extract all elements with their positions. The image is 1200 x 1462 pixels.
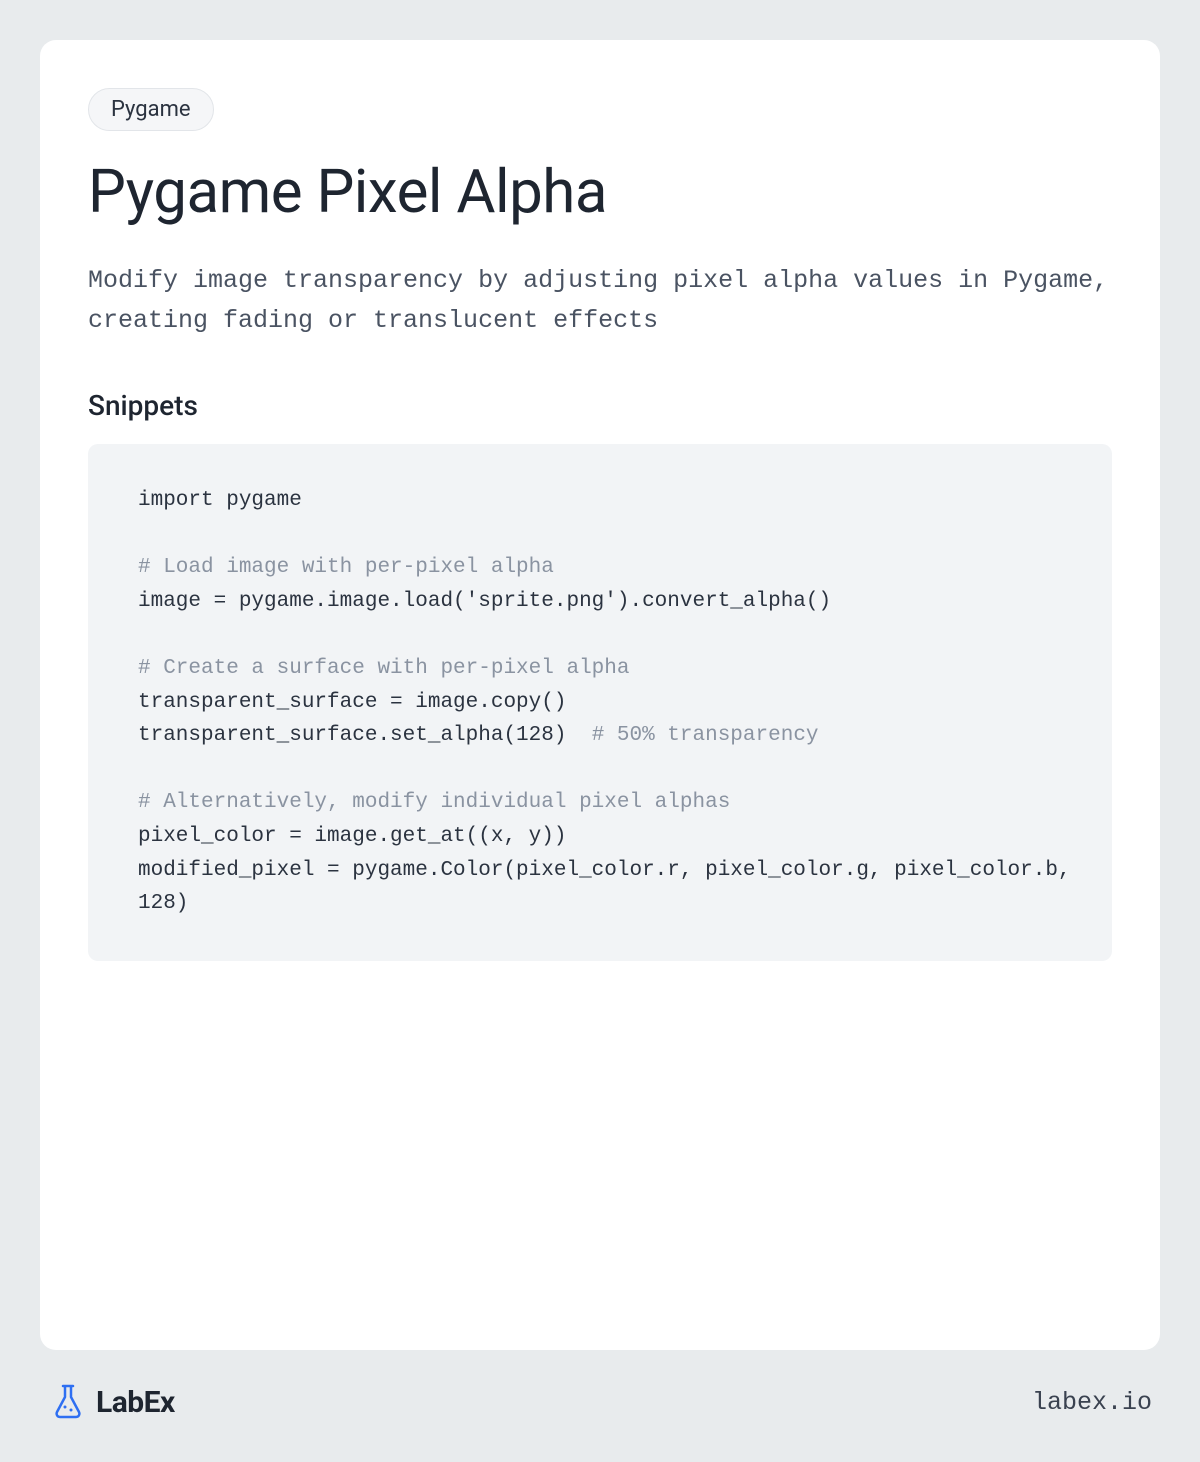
code-line: import pygame <box>138 489 302 512</box>
code-line: pixel_color = image.get_at((x, y)) <box>138 825 566 848</box>
brand-logo: LabEx <box>48 1382 175 1422</box>
code-comment: # Load image with per-pixel alpha <box>138 556 554 579</box>
brand-name: LabEx <box>96 1385 175 1420</box>
page-footer: LabEx labex.io <box>40 1350 1160 1422</box>
code-line: transparent_surface = image.copy() <box>138 691 566 714</box>
page-description: Modify image transparency by adjusting p… <box>88 261 1112 341</box>
code-line: modified_pixel = pygame.Color(pixel_colo… <box>138 859 1083 916</box>
code-line: transparent_surface.set_alpha(128) <box>138 724 592 747</box>
code-comment: # Create a surface with per-pixel alpha <box>138 657 629 680</box>
content-card: Pygame Pygame Pixel Alpha Modify image t… <box>40 40 1160 1350</box>
code-line: image = pygame.image.load('sprite.png').… <box>138 590 831 613</box>
flask-icon <box>48 1382 88 1422</box>
snippets-heading: Snippets <box>88 389 1112 422</box>
category-tag: Pygame <box>88 88 214 131</box>
code-comment: # Alternatively, modify individual pixel… <box>138 791 730 814</box>
code-comment: # 50% transparency <box>592 724 819 747</box>
code-snippet: import pygame # Load image with per-pixe… <box>88 444 1112 961</box>
site-url: labex.io <box>1032 1388 1152 1417</box>
page-title: Pygame Pixel Alpha <box>88 159 1112 225</box>
